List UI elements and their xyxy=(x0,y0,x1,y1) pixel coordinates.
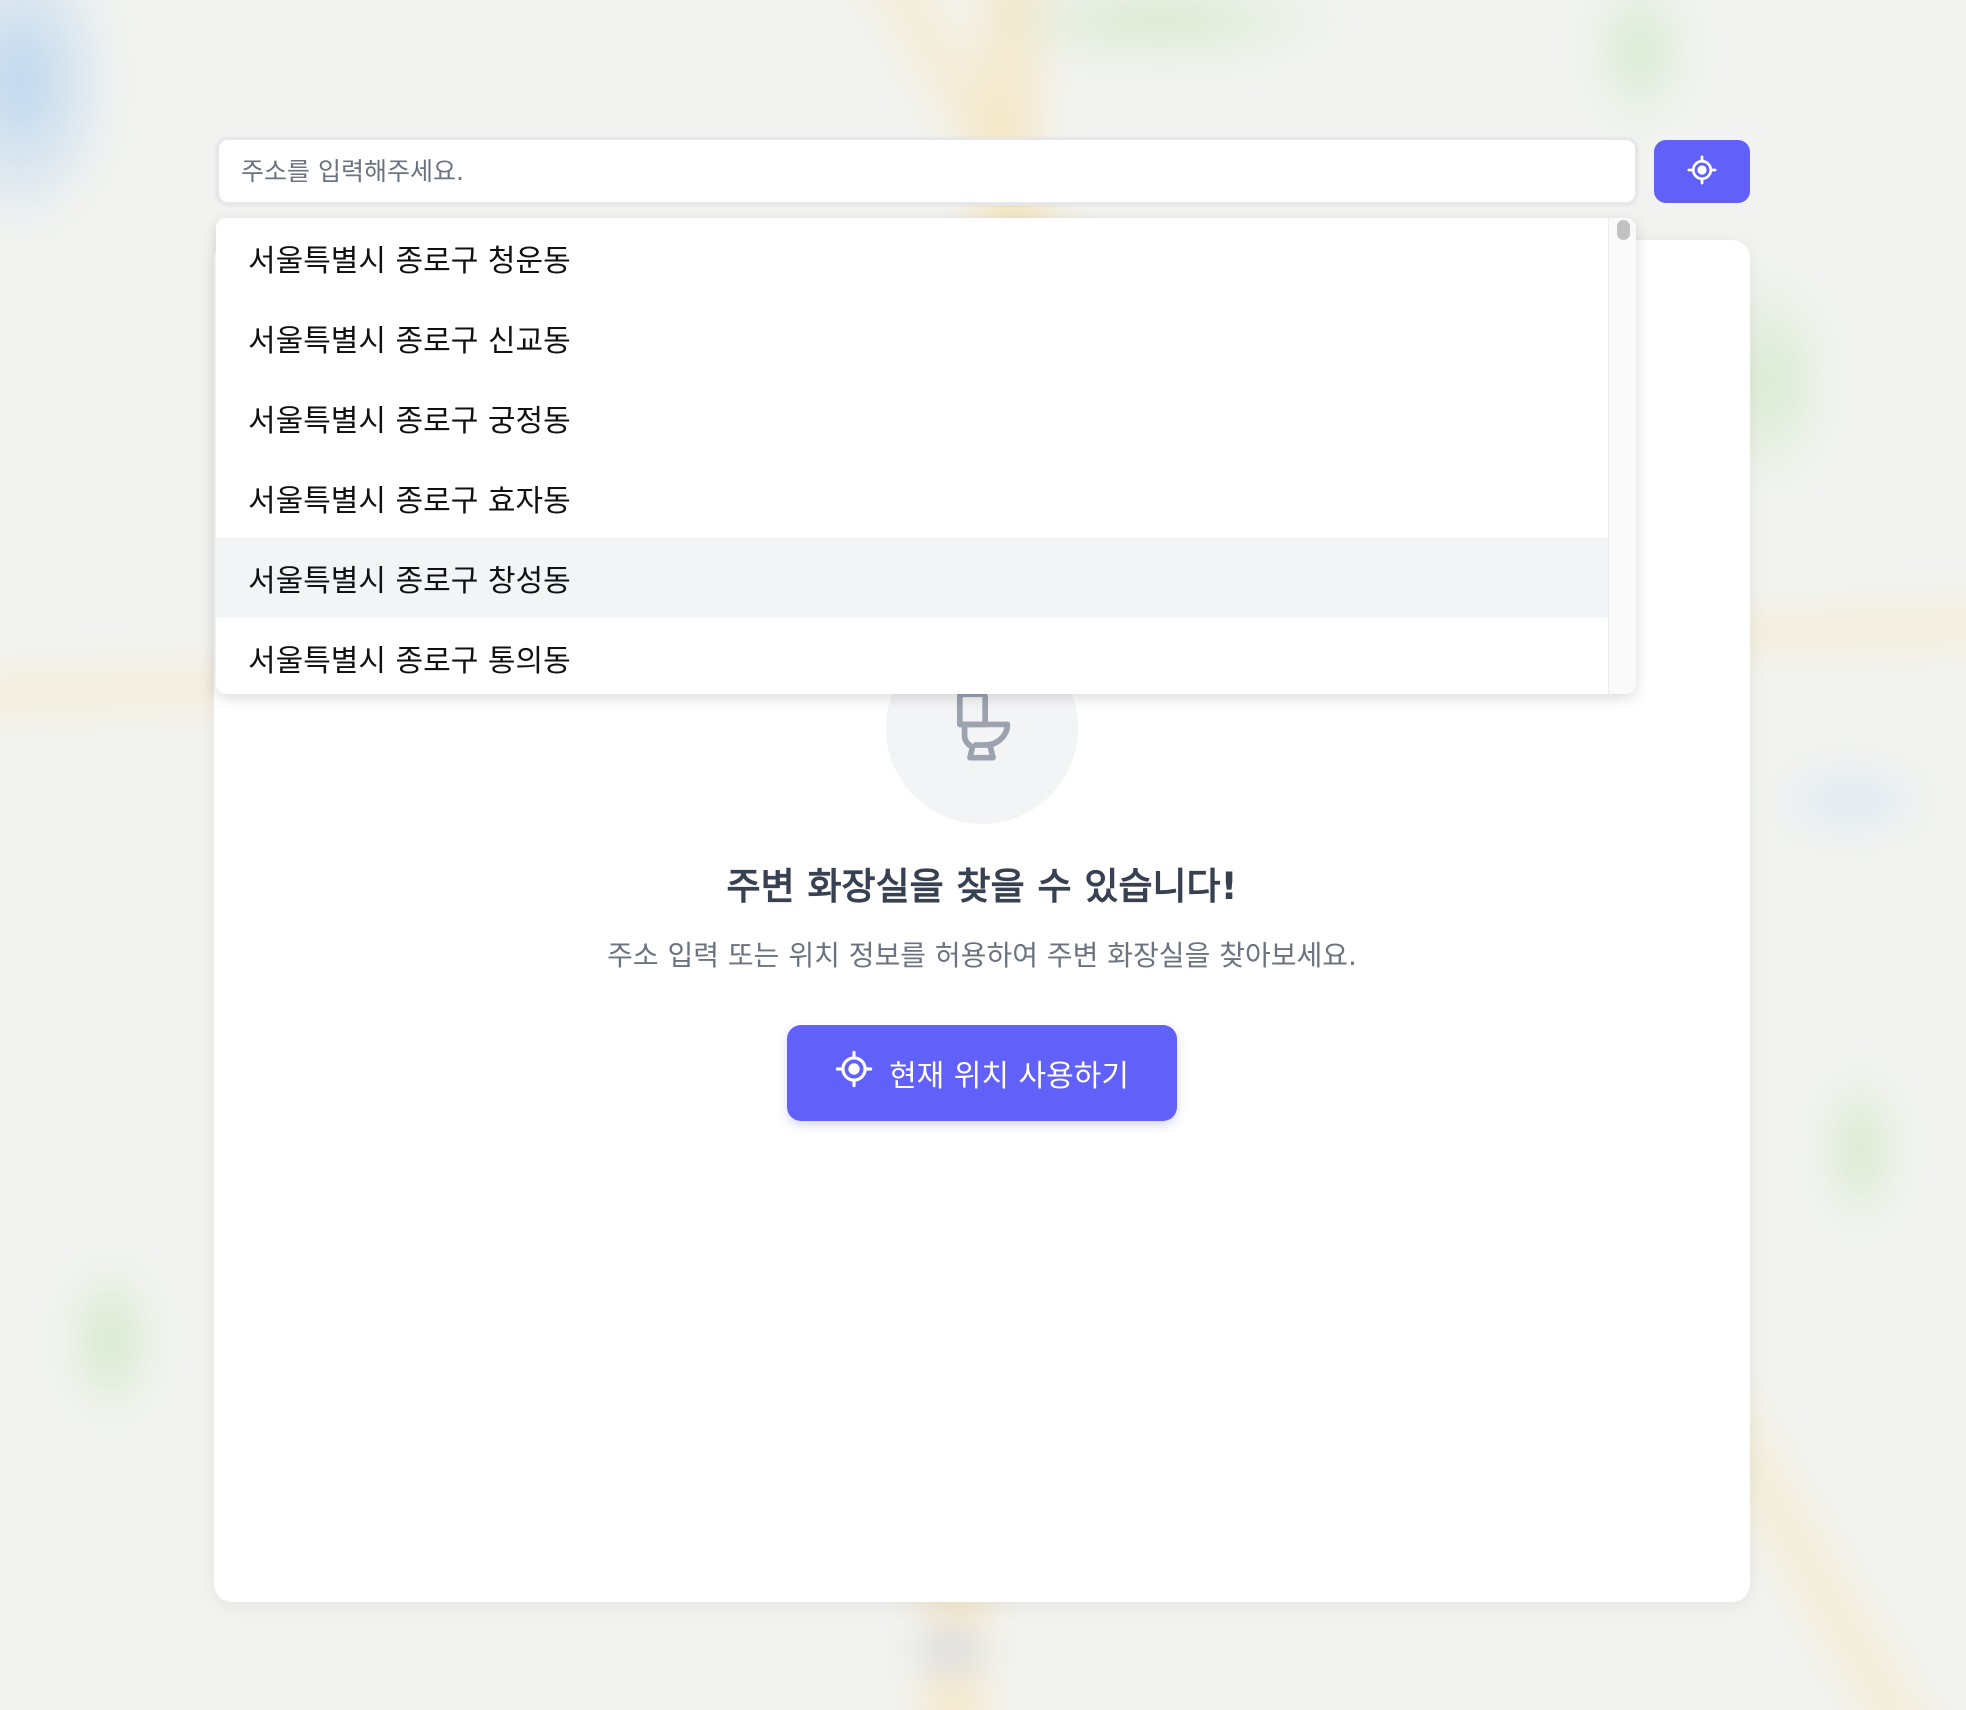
use-current-location-button[interactable]: 현재 위치 사용하기 xyxy=(787,1025,1177,1121)
use-current-location-label: 현재 위치 사용하기 xyxy=(889,1059,1129,1094)
locate-me-button[interactable] xyxy=(1654,140,1750,203)
address-suggestions-dropdown: 서울특별시 종로구 청운동 서울특별시 종로구 신교동 서울특별시 종로구 궁정… xyxy=(216,218,1636,694)
suggestion-item[interactable]: 서울특별시 종로구 효자동 xyxy=(216,458,1608,538)
empty-state-description: 주소 입력 또는 위치 정보를 허용하여 주변 화장실을 찾아보세요. xyxy=(607,939,1357,972)
empty-state-title: 주변 화장실을 찾을 수 있습니다! xyxy=(726,865,1238,908)
dropdown-scrollbar[interactable] xyxy=(1608,218,1636,694)
suggestion-item[interactable]: 서울특별시 종로구 창성동 xyxy=(216,538,1608,618)
suggestion-list: 서울특별시 종로구 청운동 서울특별시 종로구 신교동 서울특별시 종로구 궁정… xyxy=(216,218,1608,694)
crosshair-icon xyxy=(1687,155,1717,188)
scrollbar-thumb[interactable] xyxy=(1617,220,1630,240)
suggestion-item[interactable]: 서울특별시 종로구 통의동 xyxy=(216,618,1608,694)
suggestion-item[interactable]: 서울특별시 종로구 청운동 xyxy=(216,218,1608,298)
crosshair-icon xyxy=(835,1050,873,1096)
toilet-icon xyxy=(944,686,1020,770)
suggestion-item[interactable]: 서울특별시 종로구 궁정동 xyxy=(216,378,1608,458)
address-search-input[interactable] xyxy=(216,137,1638,205)
suggestion-item[interactable]: 서울특별시 종로구 신교동 xyxy=(216,298,1608,378)
